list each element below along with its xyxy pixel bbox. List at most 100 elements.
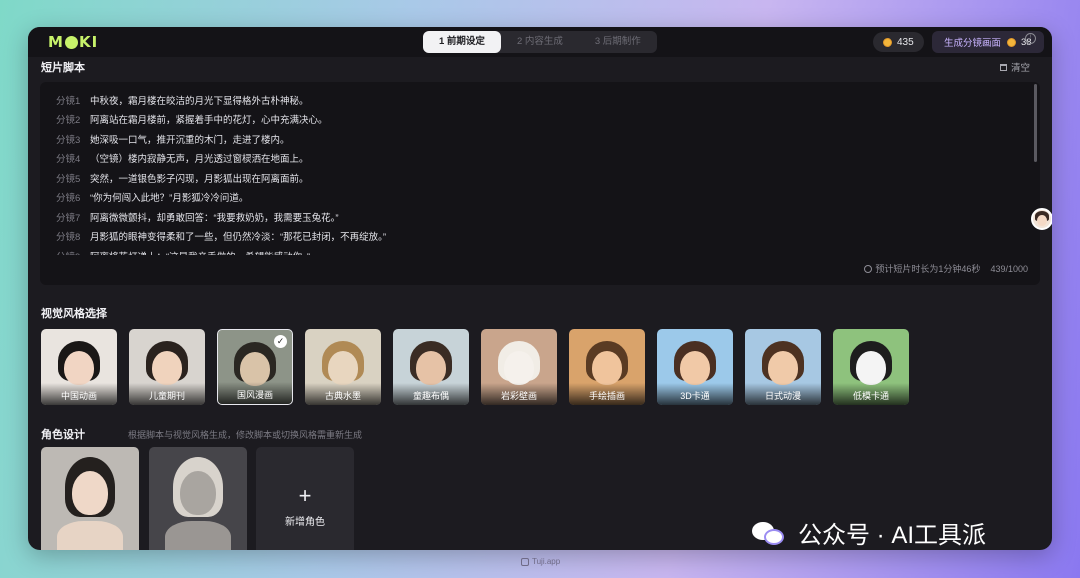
style-card-label: 3D卡通 xyxy=(657,383,733,405)
watermark-text: 公众号 · AI工具派 xyxy=(798,522,987,549)
wechat-icon xyxy=(752,520,786,546)
script-line-text: 中秋夜，霜月楼在皎洁的月光下显得格外古朴神秘。 xyxy=(90,95,309,107)
script-line-label: 分镜5 xyxy=(56,173,81,185)
script-line-label: 分镜7 xyxy=(56,212,81,224)
role-thumbnail-body xyxy=(57,521,123,550)
check-icon: ✓ xyxy=(274,335,287,348)
style-card-label: 童趣布偶 xyxy=(393,383,469,405)
style-card[interactable]: 儿童期刊 xyxy=(129,329,205,405)
style-card-label: 低模卡通 xyxy=(833,383,909,405)
style-card[interactable]: 中国动画 xyxy=(41,329,117,405)
style-thumbnail-face xyxy=(856,351,886,385)
tab-content-generation[interactable]: 2 内容生成 xyxy=(501,31,579,53)
step-tabs: 1 前期设定 2 内容生成 3 后期制作 xyxy=(423,31,657,53)
script-line[interactable]: 分镜9阿离将花灯递上：“这是我亲手做的，希望能感动你。” xyxy=(56,246,1016,255)
script-line-text: 突然，一道银色影子闪现，月影狐出现在阿离面前。 xyxy=(90,173,309,185)
info-icon[interactable]: ! xyxy=(1025,33,1036,44)
script-footer: 预计短片时长为1分钟46秒 439/1000 xyxy=(864,262,1028,275)
style-card-label: 中国动画 xyxy=(41,383,117,405)
add-role-label: 新增角色 xyxy=(285,517,325,528)
role-card-fox[interactable] xyxy=(149,447,247,550)
duration-estimate: 预计短片时长为1分钟46秒 xyxy=(875,264,981,274)
script-line-label: 分镜9 xyxy=(56,249,90,255)
style-card[interactable]: 童趣布偶 xyxy=(393,329,469,405)
script-line-label: 分镜2 xyxy=(56,115,81,127)
script-line-label: 分镜3 xyxy=(56,134,81,146)
script-line-text: 月影狐的眼神变得柔和了一些，但仍然冷淡：“那花已封闭，不再绽放。” xyxy=(90,232,387,244)
moki-logo[interactable]: MKI xyxy=(48,33,98,51)
style-cards: 中国动画 儿童期刊 ✓ 国风漫画 古典水墨 童趣布偶 岩彩壁画 手绘插画 3D卡通 日式动漫 低模卡… xyxy=(41,329,909,405)
script-editor[interactable]: 分镜1 中秋夜，霜月楼在皎洁的月光下显得格外古朴神秘。 分镜2 阿离站在霜月楼前，紧握… xyxy=(40,82,1040,285)
tuji-label: Tuji.app xyxy=(532,557,561,566)
style-thumbnail-face xyxy=(416,351,446,385)
style-thumbnail-face xyxy=(240,352,270,386)
style-card-label: 国风漫画 xyxy=(218,382,292,404)
script-line-text: 阿离微微颤抖，却勇敢回答：“我要救奶奶，我需要玉兔花。” xyxy=(90,212,339,224)
coin-count: 435 xyxy=(897,36,914,48)
style-thumbnail-face xyxy=(680,351,710,385)
role-card-girl[interactable] xyxy=(41,447,139,550)
role-thumbnail-face xyxy=(72,471,108,515)
script-line-text: 她深吸一口气，推开沉重的木门，走进了楼内。 xyxy=(90,134,290,146)
generate-label: 生成分镜画面 xyxy=(944,38,1002,49)
app-window: MKI 1 前期设定 2 内容生成 3 后期制作 435 生成分镜画面 38 !… xyxy=(28,27,1052,550)
add-role-button[interactable]: + 新增角色 xyxy=(256,447,354,550)
style-thumbnail-face xyxy=(64,351,94,385)
script-line-label: 分镜1 xyxy=(56,95,81,107)
role-section-title: 角色设计 xyxy=(41,429,85,441)
trash-icon xyxy=(1000,63,1007,71)
char-count: 439/1000 xyxy=(990,263,1028,274)
tab-postproduction[interactable]: 3 后期制作 xyxy=(579,31,657,53)
style-card-label: 日式动漫 xyxy=(745,383,821,405)
script-line[interactable]: 分镜7 阿离微微颤抖，却勇敢回答：“我要救奶奶，我需要玉兔花。” xyxy=(56,207,1016,227)
coin-balance[interactable]: 435 xyxy=(873,32,924,52)
tuji-footer: Tuji.app xyxy=(521,557,560,566)
style-card[interactable]: ✓ 国风漫画 xyxy=(217,329,293,405)
style-card-label: 手绘插画 xyxy=(569,383,645,405)
style-card[interactable]: 3D卡通 xyxy=(657,329,733,405)
assistant-avatar[interactable] xyxy=(1031,208,1052,230)
script-line[interactable]: 分镜3 她深吸一口气，推开沉重的木门，走进了楼内。 xyxy=(56,129,1016,149)
style-thumbnail-face xyxy=(152,351,182,385)
role-thumbnail-body xyxy=(165,521,231,550)
style-thumbnail-face xyxy=(768,351,798,385)
style-section-title: 视觉风格选择 xyxy=(41,308,107,320)
clear-button[interactable]: 清空 xyxy=(1000,60,1030,74)
script-line[interactable]: 分镜2 阿离站在霜月楼前，紧握着手中的花灯，心中充满决心。 xyxy=(56,110,1016,130)
tuji-icon xyxy=(521,557,529,566)
style-card-label: 儿童期刊 xyxy=(129,383,205,405)
script-line-label: 分镜8 xyxy=(56,232,81,244)
script-line[interactable]: 分镜6 “你为何闯入此地？”月影狐冷冷问道。 xyxy=(56,188,1016,208)
style-card[interactable]: 低模卡通 xyxy=(833,329,909,405)
clear-label: 清空 xyxy=(1011,63,1031,74)
coin-icon xyxy=(1007,37,1017,47)
script-line[interactable]: 分镜4 （空镜）楼内寂静无声，月光透过窗棂洒在地面上。 xyxy=(56,149,1016,169)
role-subtitle: 根据脚本与视觉风格生成，修改脚本或切换风格需重新生成 xyxy=(128,430,363,440)
style-thumbnail-face xyxy=(504,351,534,385)
style-thumbnail-face xyxy=(592,351,622,385)
script-line-text: “你为何闯入此地？”月影狐冷冷问道。 xyxy=(90,193,249,205)
style-card[interactable]: 日式动漫 xyxy=(745,329,821,405)
coin-icon xyxy=(883,37,892,47)
wechat-watermark: 公众号 · AI工具派 xyxy=(752,515,986,550)
script-lines: 分镜1 中秋夜，霜月楼在皎洁的月光下显得格外古朴神秘。 分镜2 阿离站在霜月楼前，紧握… xyxy=(56,90,1016,255)
script-line-text: （空镜）楼内寂静无声，月光透过窗棂洒在地面上。 xyxy=(90,154,309,166)
script-line-text: 阿离站在霜月楼前，紧握着手中的花灯，心中充满决心。 xyxy=(90,115,328,127)
script-line[interactable]: 分镜8 月影狐的眼神变得柔和了一些，但仍然冷淡：“那花已封闭，不再绽放。” xyxy=(56,227,1016,247)
style-card-label: 岩彩壁画 xyxy=(481,383,557,405)
style-card[interactable]: 古典水墨 xyxy=(305,329,381,405)
script-line-text: 阿离将花灯递上：“这是我亲手做的，希望能感动你。” xyxy=(90,249,310,255)
style-card-label: 古典水墨 xyxy=(305,383,381,405)
role-thumbnail-face xyxy=(180,471,216,515)
script-line[interactable]: 分镜5 突然，一道银色影子闪现，月影狐出现在阿离面前。 xyxy=(56,168,1016,188)
script-scrollbar[interactable] xyxy=(1034,84,1037,162)
style-card[interactable]: 手绘插画 xyxy=(569,329,645,405)
script-line-label: 分镜4 xyxy=(56,154,81,166)
clock-icon xyxy=(864,264,873,273)
style-card[interactable]: 岩彩壁画 xyxy=(481,329,557,405)
script-title: 短片脚本 xyxy=(41,62,85,74)
script-line[interactable]: 分镜1 中秋夜，霜月楼在皎洁的月光下显得格外古朴神秘。 xyxy=(56,90,1016,110)
tab-preproduction[interactable]: 1 前期设定 xyxy=(423,31,501,53)
style-thumbnail-face xyxy=(328,351,358,385)
plus-icon: + xyxy=(298,483,312,508)
